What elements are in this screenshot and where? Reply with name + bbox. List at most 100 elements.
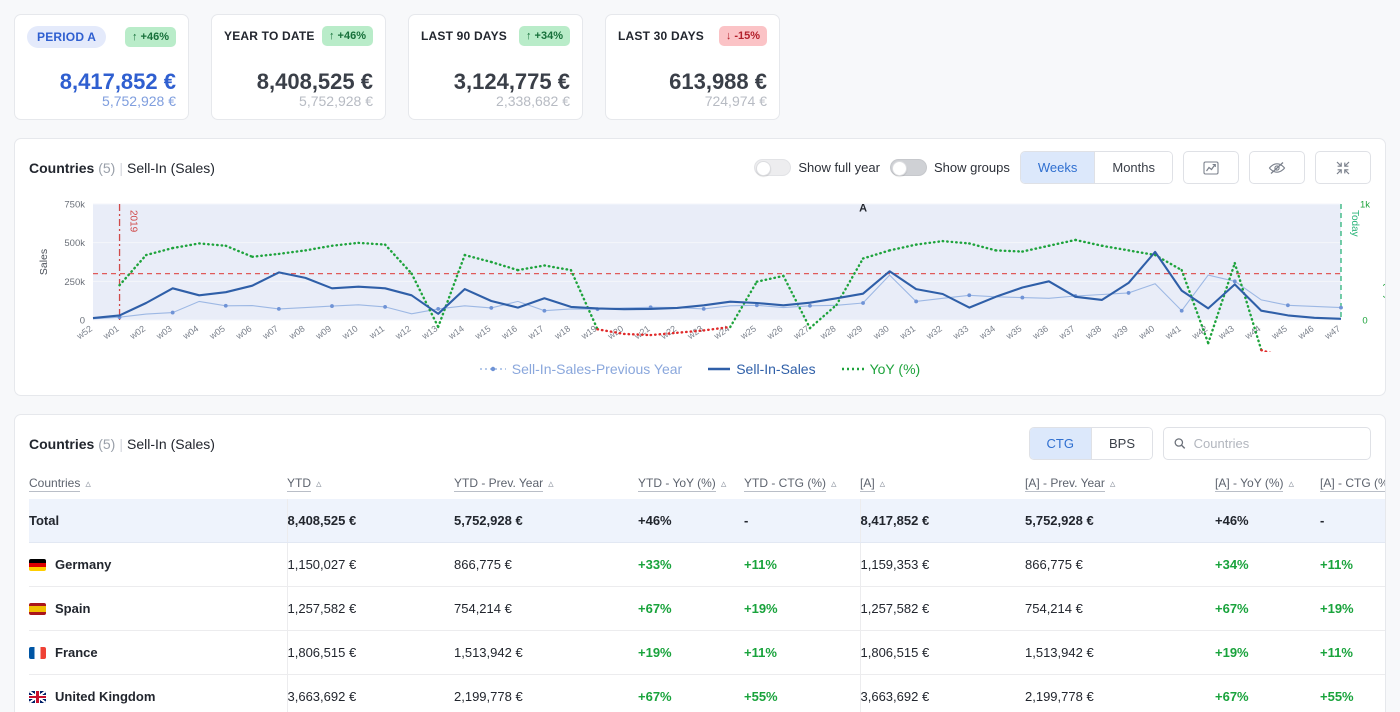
collapse-icon <box>1336 161 1350 174</box>
show-full-year-switch[interactable] <box>754 159 792 176</box>
kpi-label: PERIOD A <box>27 26 107 48</box>
annotation-label-period-a: A <box>859 203 867 215</box>
column-header-a-ctg[interactable]: [A] - CTG (%)▵ <box>1320 466 1385 499</box>
x-axis-tick-label: w38 <box>1083 323 1103 341</box>
series-point-prev-year <box>1126 291 1131 295</box>
collapse-button[interactable] <box>1315 151 1371 184</box>
legend-item-yoy[interactable]: YoY (%) <box>841 361 920 377</box>
show-groups-switch[interactable] <box>889 159 927 176</box>
toggle-show-groups[interactable]: Show groups <box>889 159 1010 176</box>
x-axis-tick-label: w05 <box>207 323 227 341</box>
sort-caret-icon[interactable]: ▵ <box>721 478 727 490</box>
granularity-option-weeks[interactable]: Weeks <box>1020 152 1096 183</box>
legend-item-prev-year[interactable]: Sell-In-Sales-Previous Year <box>479 361 683 377</box>
column-header-a-yoy[interactable]: [A] - YoY (%) ▵ <box>1215 466 1320 499</box>
unit-option-bps[interactable]: BPS <box>1091 428 1152 459</box>
table-title-count: (5) <box>98 435 116 452</box>
kpi-card-row: PERIOD A ↑ +46% 8,417,852 €5,752,928 € YEAR … <box>0 0 1400 120</box>
cell-ytd-yoy: +19% <box>638 630 744 675</box>
kpi-card[interactable]: PERIOD A ↑ +46% 8,417,852 €5,752,928 € <box>14 14 189 120</box>
hide-series-button[interactable] <box>1249 151 1305 184</box>
kpi-delta-value: +46% <box>140 31 169 43</box>
sort-caret-icon[interactable]: ▵ <box>1288 478 1294 490</box>
table-header: Countries ▵ YTD ▵ YTD - Prev. Year ▵ YTD - YoY… <box>29 466 1385 499</box>
cell-country: United Kingdom <box>29 674 287 712</box>
column-header-a-prev-year[interactable]: [A] - Prev. Year ▵ <box>1025 466 1215 499</box>
table-scroll-area[interactable]: Countries ▵ YTD ▵ YTD - Prev. Year ▵ YTD - YoY… <box>15 466 1385 712</box>
series-point-prev-year <box>542 308 547 313</box>
column-header-ytd-prev-year[interactable]: YTD - Prev. Year ▵ <box>454 466 638 499</box>
show-groups-label: Show groups <box>933 160 1010 175</box>
sort-caret-icon[interactable]: ▵ <box>548 478 554 490</box>
cell-ytd: 3,663,692 € <box>286 674 454 712</box>
legend-label-prev-year: Sell-In-Sales-Previous Year <box>511 361 683 377</box>
sort-caret-icon[interactable]: ▵ <box>85 478 91 490</box>
x-axis-tick-label: w45 <box>1269 323 1289 341</box>
flag-icon-fr <box>29 646 46 659</box>
chart-title-count: (5) <box>98 159 116 176</box>
granularity-option-months[interactable]: Months <box>1095 152 1172 183</box>
column-header-label: Countries <box>29 476 81 492</box>
table-panel-title: Countries (5) | Sell-In (Sales) <box>29 435 215 452</box>
column-header-ytd[interactable]: YTD ▵ <box>287 466 454 499</box>
arrow-up-icon: ↑ <box>132 31 138 43</box>
column-header-a[interactable]: [A] ▵ <box>860 466 1025 499</box>
eye-off-icon <box>1268 161 1286 174</box>
y-axis-title: Sales <box>38 249 50 275</box>
column-header-ytd-ctg[interactable]: YTD - CTG (%) ▵ <box>744 466 860 499</box>
column-header-label: YTD - YoY (%) <box>638 476 716 492</box>
cell-ytd-prev: 2,199,778 € <box>454 674 638 712</box>
legend-item-sell-in-sales[interactable]: Sell-In-Sales <box>708 361 816 377</box>
table-row[interactable]: France 1,806,515 €1,513,942 € +19% +11% 1,80… <box>29 630 1385 675</box>
kpi-delta-badge: ↑ +34% <box>519 26 570 46</box>
cell-ytd-yoy: +33% <box>638 542 744 587</box>
kpi-main-value: 3,124,775 € <box>453 68 570 94</box>
sort-caret-icon[interactable]: ▵ <box>1110 478 1116 490</box>
toggle-show-full-year[interactable]: Show full year <box>754 159 880 176</box>
cell-a: 1,257,582 € <box>859 586 1025 631</box>
table-row-total[interactable]: Total 8,408,525 €5,752,928 € +46% -8,417,85… <box>29 499 1385 543</box>
country-search-box[interactable] <box>1163 427 1371 460</box>
cell-ytd-ctg: +55% <box>744 674 860 712</box>
x-axis-tick-label: w13 <box>419 323 439 341</box>
trend-chart-button[interactable] <box>1183 151 1239 184</box>
x-axis-tick-label: w04 <box>180 323 200 341</box>
cell-a: 1,159,353 € <box>859 542 1025 587</box>
x-axis-tick-label: w26 <box>764 323 784 341</box>
total-a-yoy: +46% <box>1215 499 1320 543</box>
sort-caret-icon[interactable]: ▵ <box>880 478 886 490</box>
x-axis-tick-label: w07 <box>260 323 280 341</box>
unit-option-ctg[interactable]: CTG <box>1029 428 1092 459</box>
series-point-prev-year <box>1339 305 1343 310</box>
show-full-year-label: Show full year <box>798 160 880 175</box>
kpi-main-value: 8,417,852 € <box>59 68 176 94</box>
column-header-ytd-yoy[interactable]: YTD - YoY (%) ▵ <box>638 466 744 499</box>
cell-ytd-ctg: +19% <box>744 586 860 631</box>
country-search-input[interactable] <box>1193 436 1360 451</box>
column-header-label: [A] - Prev. Year <box>1025 476 1105 492</box>
kpi-values: 3,124,775 €2,338,682 € <box>421 68 570 110</box>
table-row[interactable]: Spain 1,257,582 €754,214 € +67% +19% 1,257,5… <box>29 586 1385 631</box>
dotted-marker-line-icon <box>479 366 506 372</box>
kpi-delta-badge: ↓ -15% <box>718 26 767 46</box>
kpi-card[interactable]: LAST 30 DAYS ↓ -15% 613,988 €724,974 € <box>605 14 780 120</box>
cell-ytd-prev: 866,775 € <box>454 542 638 587</box>
cell-ytd: 1,150,027 € <box>286 542 454 587</box>
country-name: Germany <box>55 557 112 572</box>
x-axis-tick-label: w11 <box>367 323 387 341</box>
sort-caret-icon[interactable]: ▵ <box>316 478 322 490</box>
cell-a-ctg: +55% <box>1320 674 1385 712</box>
series-point-prev-year <box>383 304 387 309</box>
series-point-prev-year <box>330 304 334 308</box>
sales-yoy-line-chart[interactable]: 0 250k 500k 750k Sales 0 1k YoY (%) w52 w01 w02 w03… <box>25 192 1394 361</box>
kpi-previous-value: 724,974 € <box>704 93 767 110</box>
column-header-label: [A] - CTG (%) <box>1320 476 1385 492</box>
kpi-card[interactable]: YEAR TO DATE ↑ +46% 8,408,525 €5,752,928 € <box>211 14 386 120</box>
column-header-countries[interactable]: Countries ▵ <box>29 466 287 499</box>
table-controls: CTG BPS <box>1028 427 1371 460</box>
table-row[interactable]: United Kingdom 3,663,692 €2,199,778 € +67%… <box>29 674 1385 712</box>
cell-country: Germany <box>29 542 287 587</box>
kpi-card[interactable]: LAST 90 DAYS ↑ +34% 3,124,775 €2,338,682 € <box>408 14 583 120</box>
table-row[interactable]: Germany 1,150,027 €866,775 € +33% +11% 1,159… <box>29 542 1385 587</box>
sort-caret-icon[interactable]: ▵ <box>831 478 837 490</box>
